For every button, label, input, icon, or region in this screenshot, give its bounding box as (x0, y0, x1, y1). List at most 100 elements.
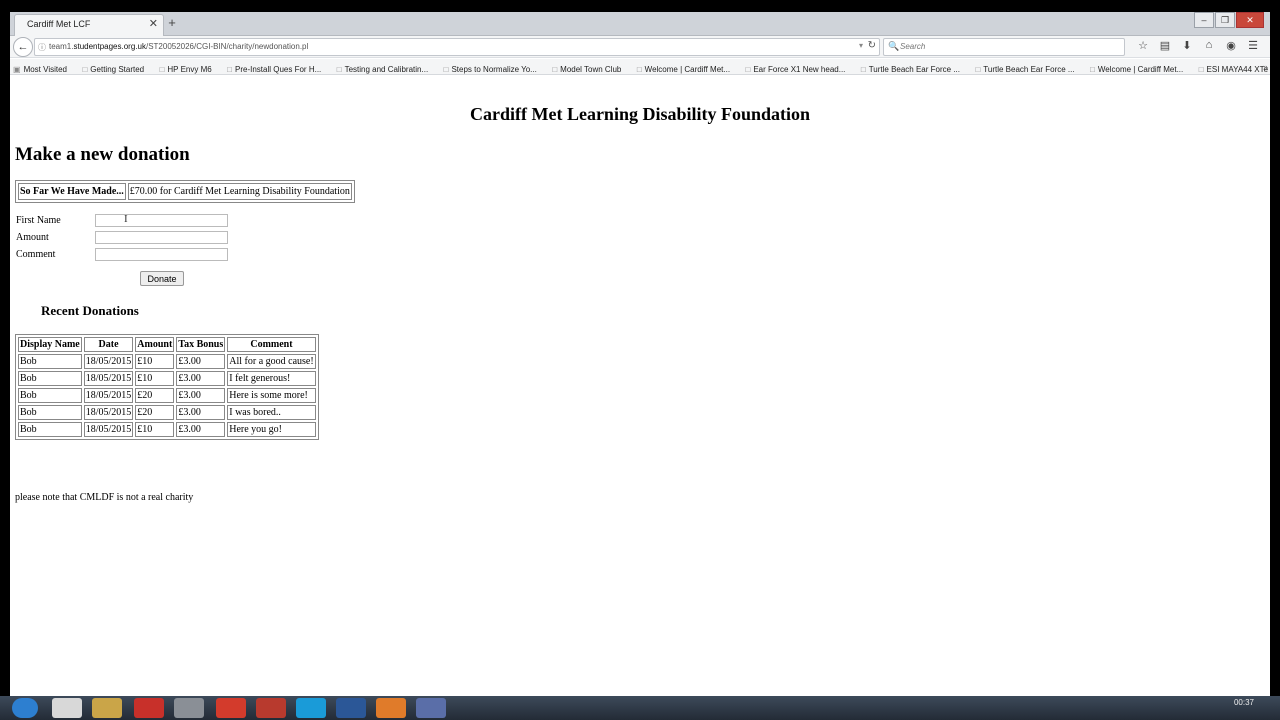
table-cell: All for a good cause! (227, 354, 316, 369)
url-dropdown-icon[interactable]: ▾ (859, 41, 863, 50)
table-cell: Bob (18, 388, 82, 403)
taskbar-app-icon[interactable] (174, 698, 204, 718)
bookmark-page-icon: □ (860, 65, 866, 74)
maximize-button[interactable]: ❐ (1215, 12, 1235, 28)
table-cell: £20 (135, 405, 175, 420)
bookmark-item[interactable]: □ Getting Started (79, 62, 144, 74)
amount-input[interactable] (95, 231, 228, 244)
donation-summary-table: So Far We Have Made... £70.00 for Cardif… (15, 180, 355, 203)
taskbar: 00:37 (0, 696, 1280, 720)
bookmark-page-icon: □ (636, 65, 642, 74)
table-cell: I felt generous! (227, 371, 316, 386)
table-cell: 18/05/2015 (83, 405, 134, 420)
bookmark-star-icon[interactable]: ☆ (1132, 39, 1154, 55)
table-row: Bob 18/05/2015 £20 £3.00 Here is some mo… (18, 388, 316, 403)
skype-icon[interactable] (296, 698, 326, 718)
comment-input[interactable] (95, 248, 228, 261)
table-cell: £10 (135, 354, 175, 369)
table-cell: £20 (135, 388, 175, 403)
column-header: Comment (227, 337, 316, 352)
start-button[interactable] (12, 698, 38, 718)
bookmark-page-icon: □ (552, 65, 558, 74)
search-bar[interactable]: 🔍 Search (883, 38, 1125, 56)
table-cell: £3.00 (176, 388, 226, 403)
table-cell: 18/05/2015 (83, 422, 134, 437)
close-tab-icon[interactable]: ✕ (149, 17, 158, 30)
tab-strip: Cardiff Met LCF ✕ + – ❐ ✕ (10, 12, 1270, 36)
bookmark-item[interactable]: □ Ear Force X1 New head... (743, 62, 846, 74)
reading-list-icon[interactable]: ▤ (1154, 39, 1176, 55)
table-row: Bob 18/05/2015 £20 £3.00 I was bored.. (18, 405, 316, 420)
table-cell: I was bored.. (227, 405, 316, 420)
chat-icon[interactable]: ◉ (1220, 39, 1242, 55)
donate-button[interactable]: Donate (140, 271, 184, 286)
amount-label: Amount (16, 232, 49, 243)
bookmark-page-icon: □ (745, 65, 751, 74)
bookmark-page-icon: □ (336, 65, 342, 74)
page-content: Cardiff Met Learning Disability Foundati… (10, 76, 1270, 696)
taskbar-app-icon[interactable] (256, 698, 286, 718)
bookmark-item[interactable]: □ Turtle Beach Ear Force ... (858, 62, 960, 74)
bookmark-item[interactable]: □ESI MAYA44 XTe PCI E... (1196, 62, 1270, 74)
firefox-icon[interactable] (376, 698, 406, 718)
table-cell: Here you go! (227, 422, 316, 437)
menu-icon[interactable]: ☰ (1242, 39, 1264, 55)
download-icon[interactable]: ⬇ (1176, 39, 1198, 55)
taskbar-clock: 00:37 (1233, 698, 1254, 707)
table-cell: £3.00 (176, 405, 226, 420)
search-icon: 🔍 (888, 41, 900, 51)
bookmark-item[interactable]: □ Welcome | Cardiff Met... (634, 62, 730, 74)
site-title: Cardiff Met Learning Disability Foundati… (469, 104, 810, 124)
bookmark-page-icon: □ (1090, 65, 1095, 74)
bookmark-item[interactable]: □ Pre-Install Ques For H... (224, 62, 321, 74)
bookmark-item[interactable]: □ Testing and Calibratin... (334, 62, 428, 74)
bookmark-page-icon: □ (227, 65, 233, 74)
first-name-input[interactable] (95, 214, 228, 227)
bookmarks-bar: ▣ Most Visited □ Getting Started □ HP Envy … (10, 59, 1270, 75)
minimize-button[interactable]: – (1194, 12, 1214, 28)
column-header: Amount (135, 337, 175, 352)
reload-icon[interactable]: ↻ (868, 40, 876, 51)
word-icon[interactable] (336, 698, 366, 718)
browser-window: Cardiff Met LCF ✕ + – ❐ ✕ ← ⓘ team1.stud… (10, 12, 1270, 696)
window-controls: – ❐ ✕ (1193, 12, 1264, 30)
bookmark-page-icon: □ (1198, 65, 1204, 74)
taskbar-app-icon[interactable] (134, 698, 164, 718)
new-tab-button[interactable]: + (162, 15, 182, 33)
bookmarks-overflow-icon[interactable]: » (1263, 59, 1268, 74)
home-icon[interactable]: ⌂ (1198, 39, 1220, 55)
url-bar[interactable]: ⓘ team1.studentpages.org.uk/ST20052026/C… (34, 38, 880, 56)
recent-donations-heading: Recent Donations (41, 303, 139, 318)
first-name-label: First Name (16, 215, 61, 226)
table-cell: Here is some more! (227, 388, 316, 403)
navigation-bar: ← ⓘ team1.studentpages.org.uk/ST20052026… (10, 36, 1270, 58)
bookmark-item[interactable]: □ Steps to Normalize Yo... (441, 62, 537, 74)
taskbar-app-icon[interactable] (416, 698, 446, 718)
table-cell: 18/05/2015 (83, 371, 134, 386)
page-heading: Make a new donation (15, 144, 190, 165)
taskbar-app-icon[interactable] (216, 698, 246, 718)
bookmark-item[interactable]: ▣ Most Visited (10, 62, 67, 74)
close-window-button[interactable]: ✕ (1236, 12, 1264, 28)
taskbar-app-icon[interactable] (52, 698, 82, 718)
toolbar-icons: ☆ ▤ ⬇ ⌂ ◉ ☰ (1132, 39, 1264, 55)
bookmark-folder-icon: ▣ (13, 65, 21, 74)
table-row: Bob 18/05/2015 £10 £3.00 Here you go! (18, 422, 316, 437)
site-info-icon[interactable]: ⓘ (38, 42, 46, 53)
bookmark-page-icon: □ (443, 65, 449, 74)
url-text: team1.studentpages.org.uk/ST20052026/CGI… (49, 42, 309, 51)
bookmark-item[interactable]: □ Welcome | Cardiff Met... (1087, 62, 1183, 74)
back-button[interactable]: ← (13, 37, 33, 57)
bookmark-item[interactable]: □ Turtle Beach Ear Force ... (972, 62, 1074, 74)
bookmark-page-icon: □ (975, 65, 981, 74)
table-cell: £10 (135, 422, 175, 437)
bookmark-item[interactable]: □ HP Envy M6 (157, 62, 212, 74)
summary-label: So Far We Have Made... (18, 183, 126, 200)
bookmark-item[interactable]: □ Model Town Club (549, 62, 621, 74)
tab-cardiff-met[interactable]: Cardiff Met LCF ✕ (14, 14, 164, 36)
table-cell: 18/05/2015 (83, 388, 134, 403)
search-placeholder: Search (900, 42, 926, 51)
folder-icon[interactable] (92, 698, 122, 718)
table-cell: Bob (18, 371, 82, 386)
table-cell: £3.00 (176, 371, 226, 386)
